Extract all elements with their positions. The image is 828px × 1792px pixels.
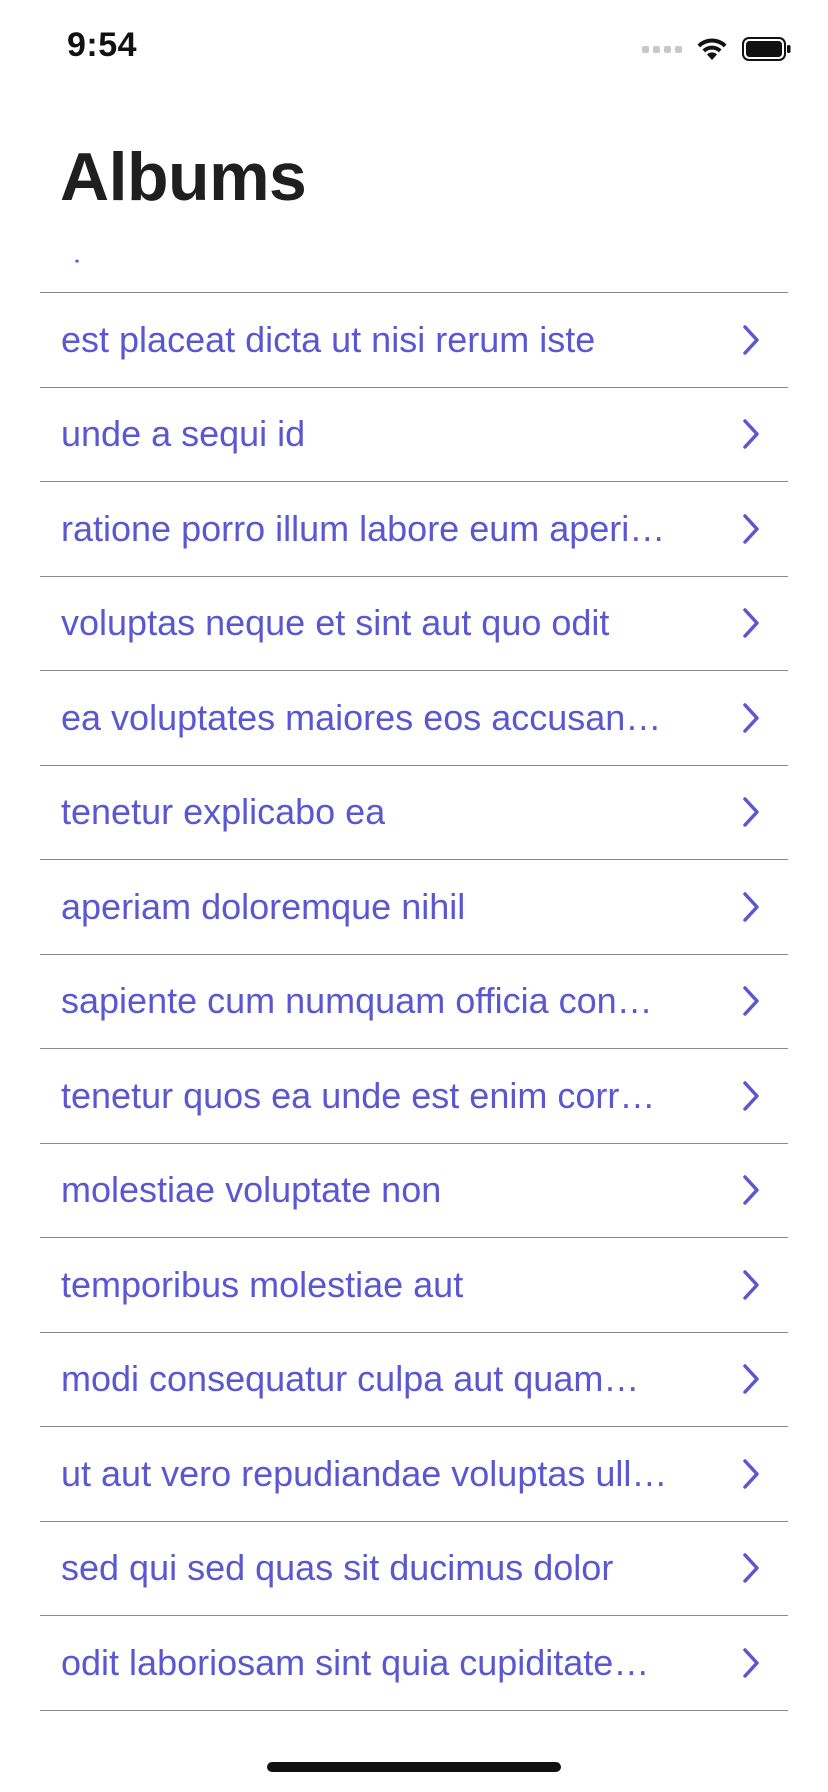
chevron-right-icon	[743, 1175, 759, 1205]
wifi-icon	[697, 38, 727, 60]
list-item-label: molestiae voluptate non	[61, 1169, 442, 1211]
chevron-right-icon	[743, 1459, 759, 1489]
list-item-partial[interactable]: qui est esse	[40, 220, 788, 293]
chevron-right-icon	[743, 797, 759, 827]
list-item[interactable]: ea voluptates maiores eos accusan…	[40, 671, 788, 766]
list-item[interactable]: temporibus molestiae aut	[40, 1238, 788, 1333]
chevron-right-icon	[743, 325, 759, 355]
chevron-right-icon	[743, 419, 759, 449]
list-item[interactable]: tenetur quos ea unde est enim corr…	[40, 1049, 788, 1144]
chevron-right-icon	[743, 703, 759, 733]
list-item-label: sapiente cum numquam officia con…	[61, 980, 653, 1022]
list-item-label: tenetur explicabo ea	[61, 791, 386, 833]
cellular-signal-icon	[642, 45, 682, 53]
list-item-label: ratione porro illum labore eum aperi…	[61, 507, 666, 549]
list-item-label: voluptas neque et sint aut quo odit	[61, 602, 610, 644]
list-item[interactable]: ratione porro illum labore eum aperi…	[40, 482, 788, 577]
list-item[interactable]: sed qui sed quas sit ducimus dolor	[40, 1522, 788, 1616]
home-indicator[interactable]	[267, 1762, 561, 1772]
battery-icon	[742, 37, 791, 61]
chevron-right-icon	[743, 1553, 759, 1583]
list-item-label: ut aut vero repudiandae voluptas ull…	[61, 1452, 668, 1494]
chevron-right-icon	[743, 1081, 759, 1111]
list-item-label: tenetur quos ea unde est enim corr…	[61, 1074, 656, 1116]
list-item-label: sed qui sed quas sit ducimus dolor	[61, 1547, 614, 1589]
list-item[interactable]: unde a sequi id	[40, 388, 788, 482]
albums-screen: 9:54 Albums qui est esse est placeat dic…	[0, 0, 828, 1792]
chevron-right-icon	[743, 1270, 759, 1300]
list-item[interactable]: voluptas neque et sint aut quo odit	[40, 577, 788, 671]
list-item-label: qui est esse	[61, 222, 254, 263]
status-indicators	[642, 34, 792, 64]
list-item-label: ea voluptates maiores eos accusan…	[61, 696, 662, 738]
chevron-right-icon	[743, 892, 759, 922]
list-item[interactable]: est placeat dicta ut nisi rerum iste	[40, 293, 788, 388]
list-item[interactable]: sapiente cum numquam officia con…	[40, 955, 788, 1049]
status-time: 9:54	[67, 26, 138, 64]
list-item-label: temporibus molestiae aut	[61, 1263, 464, 1305]
chevron-right-icon	[743, 986, 759, 1016]
list-item-label: odit laboriosam sint quia cupiditate…	[61, 1641, 650, 1683]
albums-list[interactable]: qui est esse est placeat dicta ut nisi r…	[40, 220, 788, 1745]
list-item-label: modi consequatur culpa aut quam…	[61, 1358, 640, 1400]
list-item[interactable]: aperiam doloremque nihil	[40, 860, 788, 955]
chevron-right-icon	[743, 514, 759, 544]
list-item-label: unde a sequi id	[61, 413, 306, 455]
list-item[interactable]: ut aut vero repudiandae voluptas ull…	[40, 1427, 788, 1522]
list-item[interactable]: modi consequatur culpa aut quam…	[40, 1333, 788, 1427]
page-title: Albums	[60, 139, 307, 215]
list-item[interactable]: molestiae voluptate non	[40, 1144, 788, 1238]
status-bar: 9:54	[0, 0, 828, 100]
list-item[interactable]: odit laboriosam sint quia cupiditate…	[40, 1616, 788, 1711]
list-item[interactable]: tenetur explicabo ea	[40, 766, 788, 860]
chevron-right-icon	[743, 1648, 759, 1678]
list-item-label: aperiam doloremque nihil	[61, 885, 466, 927]
chevron-right-icon	[743, 608, 759, 638]
list-item-label: est placeat dicta ut nisi rerum iste	[61, 318, 596, 360]
chevron-right-icon	[743, 1364, 759, 1394]
